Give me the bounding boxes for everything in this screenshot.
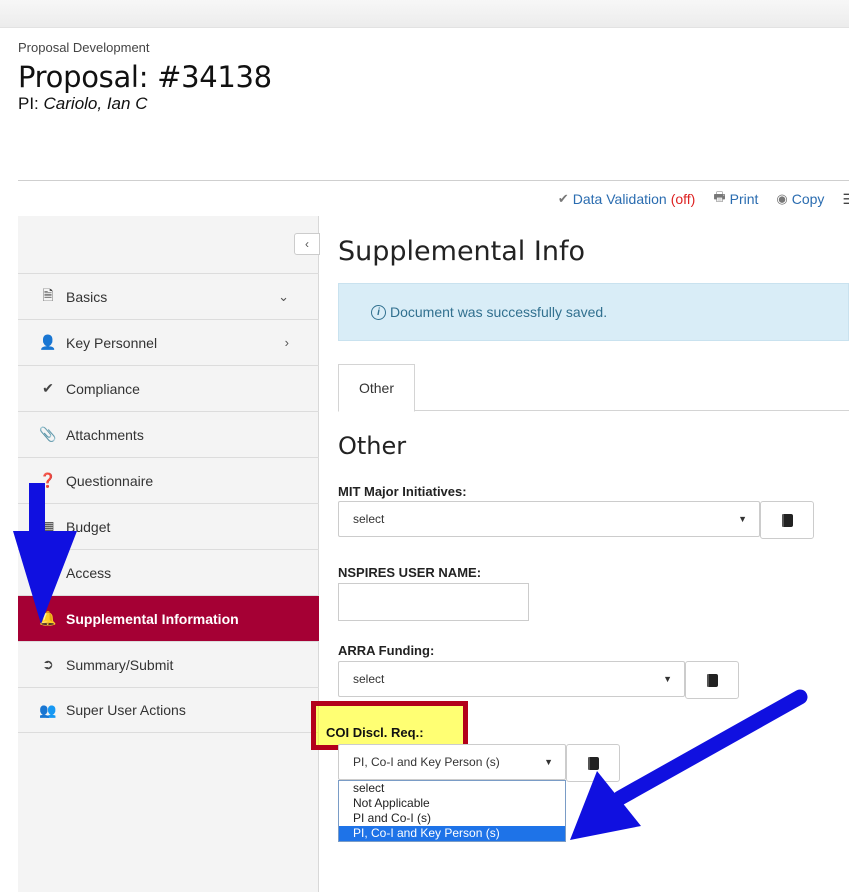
submit-icon: ➲ — [42, 656, 54, 672]
sidebar-item-super-user-actions[interactable]: 👥 Super User Actions — [18, 687, 319, 733]
main-content: Supplemental Info i Document was success… — [338, 236, 849, 699]
data-validation-state: (off) — [670, 191, 696, 207]
print-label: Print — [729, 191, 759, 207]
pi-line: PI: Cariolo, Ian C — [18, 94, 272, 114]
coi-discl-req-select[interactable]: PI, Co-I and Key Person (s) ▼ — [338, 744, 566, 780]
page-title: Proposal: #34138 — [18, 60, 272, 94]
pi-label: PI: — [18, 94, 39, 113]
nspires-user-name-input[interactable] — [338, 583, 529, 621]
nspires-user-name-label: NSPIRES USER NAME: — [338, 565, 482, 580]
page-header: Proposal Development Proposal: #34138 PI… — [18, 40, 272, 114]
sidebar-item-label: Summary/Submit — [66, 656, 174, 673]
lock-icon: 🔒 — [39, 564, 57, 580]
subsection-title: Other — [338, 432, 407, 460]
pi-name: Cariolo, Ian C — [43, 94, 148, 113]
copy-label: Copy — [791, 191, 825, 207]
admin-user-icon: 👥 — [39, 701, 57, 718]
sidebar-nav: 🗎 Basics ⌄ 👤 Key Personnel › ✔ Complianc… — [18, 273, 319, 733]
sidebar-item-label: Super User Actions — [66, 702, 186, 718]
sidebar-item-key-personnel[interactable]: 👤 Key Personnel › — [18, 319, 319, 365]
eye-icon: ◉ — [776, 191, 788, 206]
sidebar-item-attachments[interactable]: 📎 Attachments — [18, 411, 319, 457]
coi-discl-req-options: select Not Applicable PI and Co-I (s) PI… — [338, 780, 566, 842]
sidebar-item-label: Compliance — [66, 380, 140, 397]
collapse-sidebar-button[interactable]: ‹ — [294, 233, 320, 255]
toolbar-divider — [18, 180, 849, 181]
sidebar-item-label: Basics — [66, 288, 108, 305]
breadcrumb: Proposal Development — [18, 40, 150, 55]
select-value: PI, Co-I and Key Person (s) — [353, 755, 500, 769]
browser-top-bar — [0, 0, 849, 28]
lookup-button[interactable] — [760, 501, 814, 539]
sidebar-item-label: Attachments — [66, 426, 144, 443]
data-validation-button[interactable]: ✔ Data Validation (off) — [558, 191, 695, 207]
data-validation-label: Data Validation — [572, 191, 667, 207]
section-title: Supplemental Info — [338, 236, 585, 267]
dropdown-option[interactable]: Not Applicable — [339, 796, 565, 811]
arra-funding-label: ARRA Funding: — [338, 643, 435, 658]
select-value: select — [353, 672, 385, 686]
bell-icon: 🔔 — [39, 610, 57, 626]
sidebar-item-access[interactable]: 🔒 Access — [18, 549, 319, 595]
check-icon: ✔ — [557, 191, 569, 206]
sidebar-item-basics[interactable]: 🗎 Basics ⌄ — [18, 273, 319, 319]
caret-down-icon: ▼ — [544, 757, 553, 767]
document-toolbar: ✔ Data Validation (off) 🖶 Print ◉ Copy ☰ — [558, 188, 849, 210]
caret-down-icon: ▼ — [738, 514, 747, 524]
book-icon — [781, 513, 793, 527]
dropdown-option[interactable]: PI and Co-I (s) — [339, 811, 565, 826]
chevron-down-icon: ⌄ — [278, 288, 289, 304]
check-icon: ✔ — [42, 380, 54, 396]
select-value: select — [353, 512, 385, 526]
mit-major-initiatives-select[interactable]: select ▼ — [338, 501, 760, 537]
success-alert: i Document was successfully saved. — [338, 283, 849, 341]
tab-bar: Other — [338, 364, 849, 412]
sidebar-item-label: Access — [66, 564, 112, 581]
question-icon: ❓ — [39, 472, 57, 488]
book-icon — [706, 673, 718, 687]
copy-button[interactable]: ◉ Copy — [776, 191, 824, 207]
dropdown-option-selected[interactable]: PI, Co-I and Key Person (s) — [339, 826, 565, 841]
sidebar-item-label: Supplemental Information — [66, 610, 239, 627]
sidebar-item-questionnaire[interactable]: ❓ Questionnaire — [18, 457, 319, 503]
arra-funding-select[interactable]: select ▼ — [338, 661, 685, 697]
sidebar-item-label: Key Personnel — [66, 334, 158, 351]
calculator-icon: ▦ — [41, 518, 55, 534]
info-icon: i — [371, 304, 386, 320]
mit-major-initiatives-label: MIT Major Initiatives: — [338, 484, 467, 499]
alert-text: Document was successfully saved. — [390, 304, 608, 320]
sidebar-item-budget[interactable]: ▦ Budget — [18, 503, 319, 549]
sidebar-item-summary-submit[interactable]: ➲ Summary/Submit — [18, 641, 319, 687]
user-icon: 👤 — [39, 334, 57, 350]
sidebar-item-supplemental-information[interactable]: 🔔 Supplemental Information — [18, 595, 319, 641]
paperclip-icon: 📎 — [39, 426, 57, 442]
document-icon: 🗎 — [42, 286, 54, 303]
caret-down-icon: ▼ — [663, 674, 672, 684]
dropdown-option[interactable]: select — [339, 781, 565, 796]
sidebar-item-label: Budget — [66, 518, 111, 535]
print-button[interactable]: 🖶 Print — [713, 188, 758, 210]
chevron-left-icon: ‹ — [305, 237, 309, 251]
tab-other[interactable]: Other — [338, 364, 415, 412]
sidebar-item-label: Questionnaire — [66, 472, 154, 489]
printer-icon: 🖶 — [713, 189, 726, 204]
book-icon — [587, 756, 599, 770]
lookup-button[interactable] — [566, 744, 620, 782]
menu-icon[interactable]: ☰ — [842, 191, 849, 208]
chevron-right-icon: › — [284, 335, 289, 350]
lookup-button[interactable] — [685, 661, 739, 699]
coi-discl-req-label: COI Discl. Req.: — [326, 725, 424, 740]
sidebar-item-compliance[interactable]: ✔ Compliance — [18, 365, 319, 411]
